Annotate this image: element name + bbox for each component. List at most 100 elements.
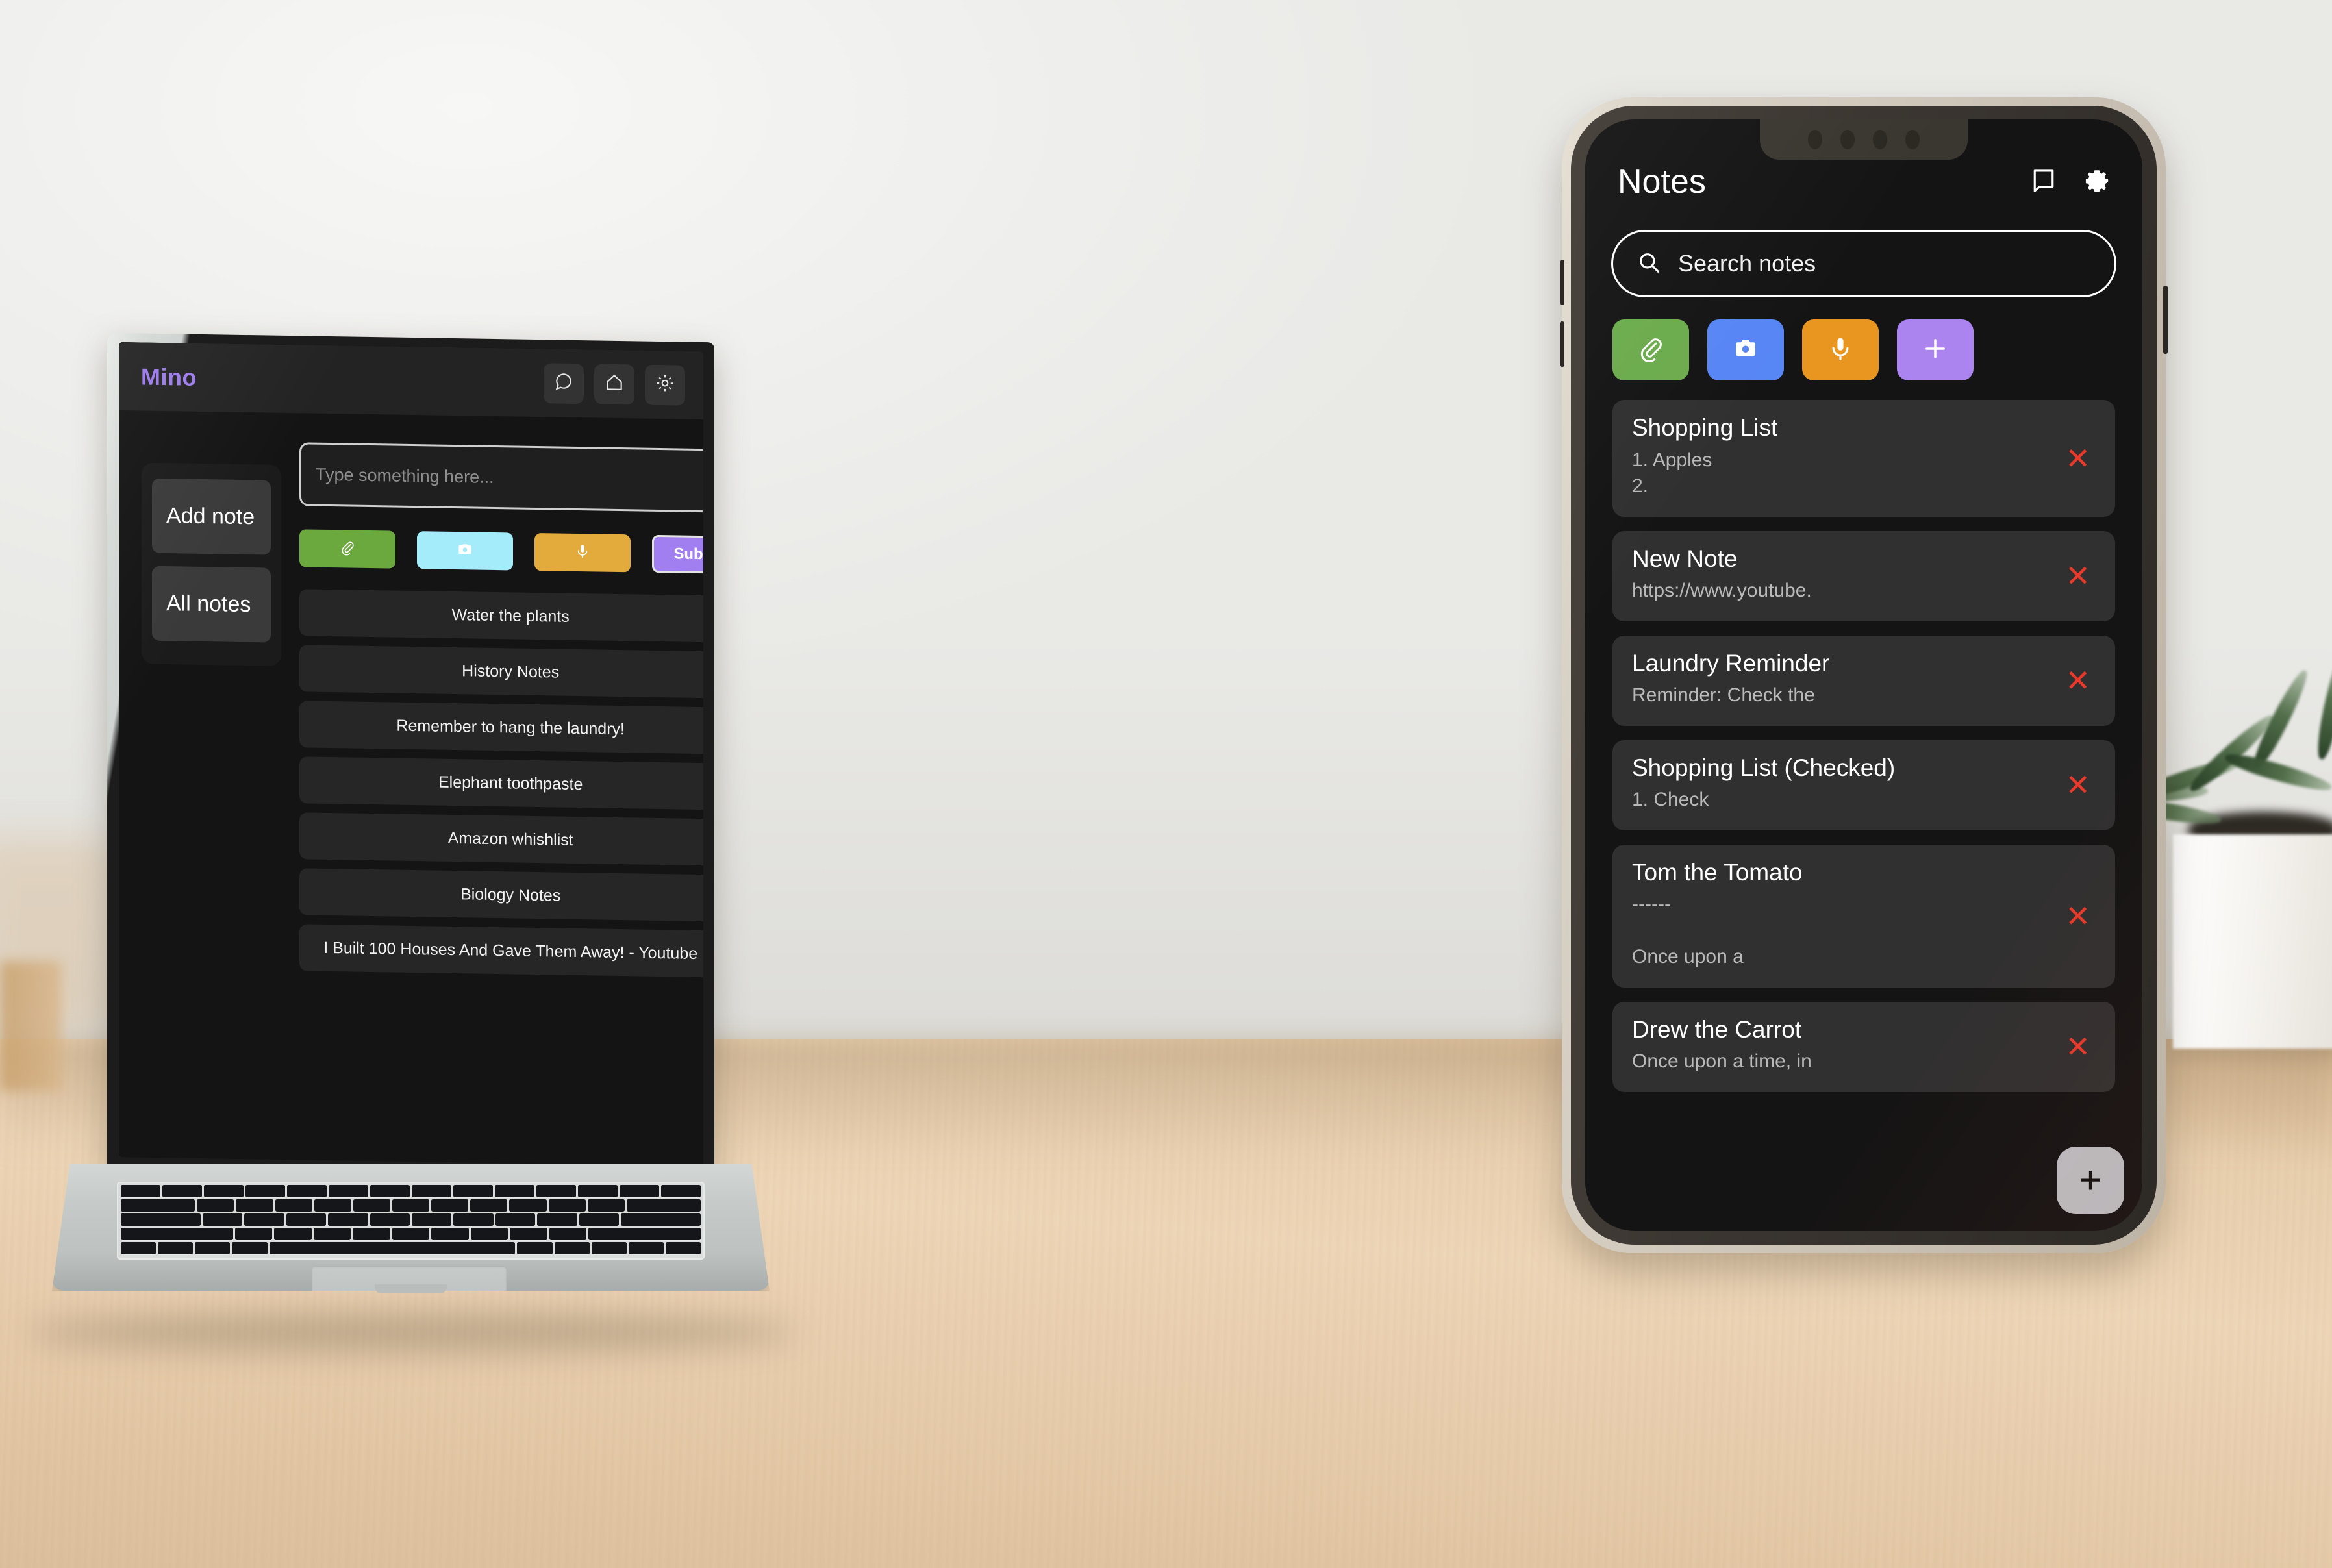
note-title: New Note [1632, 545, 1738, 572]
close-icon[interactable]: ✕ [2065, 443, 2090, 473]
app-body: Add note All notes Type something here..… [119, 410, 703, 1166]
phone-screen: Notes Search notes Shopping List 1. Appl… [1585, 119, 2142, 1231]
list-item[interactable]: Drew the Carrot Once upon a time, in ✕ [1612, 1001, 2115, 1092]
camera-icon [1732, 335, 1759, 366]
note-title: Amazon whishlist [447, 828, 573, 849]
note-preview: Reminder: Check the [1632, 684, 1815, 706]
add-note-fab[interactable]: + [2057, 1147, 2124, 1214]
phone-volume-button[interactable] [1560, 321, 1564, 367]
note-input[interactable]: Type something here... [299, 442, 703, 514]
laptop-base [26, 1164, 796, 1352]
note-title: Shopping List (Checked) [1632, 754, 1896, 781]
list-item[interactable]: Shopping List (Checked) 1. Check ✕ [1612, 740, 2115, 830]
sidebar-item-label: All notes [166, 591, 251, 617]
voice-record-button[interactable] [1802, 319, 1879, 380]
close-icon[interactable]: ✕ [2065, 1032, 2090, 1062]
laptop-screen: Mino Add note All notes Type something h… [119, 342, 703, 1167]
laptop-shadow [26, 1313, 796, 1352]
chat-icon [553, 371, 574, 395]
sensor-dot [1808, 130, 1822, 149]
search-input[interactable]: Search notes [1611, 230, 2116, 297]
note-title: I Built 100 Houses And Gave Them Away! -… [323, 938, 698, 963]
note-input-placeholder: Type something here... [316, 464, 494, 487]
sidebar-item-add-note[interactable]: Add note [152, 478, 271, 555]
search-icon [1636, 250, 1661, 278]
list-item[interactable]: Tom the Tomato ------ Once upon a ✕ [1612, 844, 2115, 988]
front-camera-icon [1905, 130, 1920, 149]
note-preview: https://www.youtube. [1632, 580, 1812, 602]
base-notch [375, 1284, 447, 1293]
laptop-lid: Mino Add note All notes Type something h… [107, 332, 714, 1177]
add-note-button[interactable] [1897, 319, 1974, 380]
sidebar-item-label: Add note [166, 503, 255, 530]
note-title: Elephant toothpaste [438, 773, 583, 793]
home-button[interactable] [594, 363, 634, 404]
table-row[interactable]: Water the plants ✕ [299, 589, 703, 643]
sidebar: Add note All notes [142, 462, 281, 666]
voice-record-button[interactable] [534, 532, 631, 573]
sidebar-item-all-notes[interactable]: All notes [152, 566, 271, 643]
list-item[interactable]: Shopping List 1. Apples 2. ✕ [1612, 400, 2115, 517]
note-preview: ------ Once upon a [1632, 893, 1744, 968]
note-title: Drew the Carrot [1632, 1015, 1802, 1043]
camera-button[interactable] [417, 531, 513, 571]
header-icon-group [544, 362, 685, 406]
list-item[interactable]: Laundry Reminder Reminder: Check the ✕ [1612, 635, 2115, 726]
plant-leaf [2313, 649, 2332, 761]
gear-icon[interactable] [2083, 166, 2111, 198]
mino-app-window: Mino Add note All notes Type something h… [119, 342, 703, 1167]
phone-volume-button[interactable] [1560, 260, 1564, 305]
background-table-leg [0, 961, 62, 1091]
list-item[interactable]: New Note https://www.youtube. ✕ [1612, 530, 2115, 621]
table-row[interactable]: Elephant toothpaste ✕ [299, 756, 703, 811]
close-icon[interactable]: ✕ [2065, 901, 2090, 931]
table-row[interactable]: Amazon whishlist ✕ [299, 812, 703, 867]
note-icon[interactable] [2029, 166, 2058, 198]
camera-button[interactable] [1707, 319, 1784, 380]
phone-power-button[interactable] [2163, 286, 2168, 354]
desk-scene: Mino Add note All notes Type something h… [0, 0, 2332, 1568]
note-preview: 1. Check [1632, 789, 1709, 811]
keyboard[interactable] [117, 1182, 705, 1260]
chat-button[interactable] [544, 362, 584, 404]
gear-icon [655, 373, 675, 397]
note-list: Water the plants ✕ History Notes ✕ Remem… [299, 589, 703, 978]
note-preview: Once upon a time, in [1632, 1051, 1812, 1073]
smartphone: Notes Search notes Shopping List 1. Appl… [1560, 97, 2168, 1253]
table-row[interactable]: Biology Notes ✕ [299, 868, 703, 923]
home-icon [604, 372, 625, 397]
laptop-palmrest [52, 1164, 770, 1291]
close-icon[interactable]: ✕ [2065, 770, 2090, 800]
app-brand: Mino [141, 362, 197, 391]
search-placeholder: Search notes [1678, 250, 1816, 277]
table-row[interactable]: Remember to hang the laundry! ✕ [299, 701, 703, 755]
table-row[interactable]: History Notes ✕ [299, 645, 703, 699]
app-header: Mino [119, 342, 703, 420]
close-icon[interactable]: ✕ [2065, 666, 2090, 695]
paperclip-icon [340, 540, 355, 558]
laptop: Mino Add note All notes Type something h… [26, 332, 796, 1352]
close-icon[interactable]: ✕ [2065, 561, 2090, 591]
note-title: Remember to hang the laundry! [396, 716, 625, 738]
table-row[interactable]: I Built 100 Houses And Gave Them Away! -… [299, 924, 703, 978]
sensor-dot [1840, 130, 1855, 149]
potted-succulent [2097, 617, 2332, 1071]
note-title: History Notes [462, 661, 560, 682]
plus-icon [1922, 335, 1949, 366]
plant-leaf [2223, 749, 2332, 796]
microphone-icon [1827, 335, 1854, 366]
phone-notch [1760, 119, 1968, 160]
plant-pot [2173, 834, 2332, 1049]
action-button-row: Submit [299, 529, 703, 575]
page-title: Notes [1618, 163, 1706, 201]
note-title: Tom the Tomato [1632, 858, 1803, 886]
settings-button[interactable] [645, 364, 685, 406]
microphone-icon [575, 543, 590, 562]
attach-file-button[interactable] [299, 529, 395, 569]
attach-file-button[interactable] [1612, 319, 1689, 380]
plant-leaf [2248, 667, 2313, 773]
phone-note-list: Shopping List 1. Apples 2. ✕ New Note ht… [1585, 380, 2142, 1092]
submit-button[interactable]: Submit [652, 534, 703, 575]
note-preview: 1. Apples 2. [1632, 449, 1712, 497]
paperclip-icon [1637, 335, 1664, 366]
